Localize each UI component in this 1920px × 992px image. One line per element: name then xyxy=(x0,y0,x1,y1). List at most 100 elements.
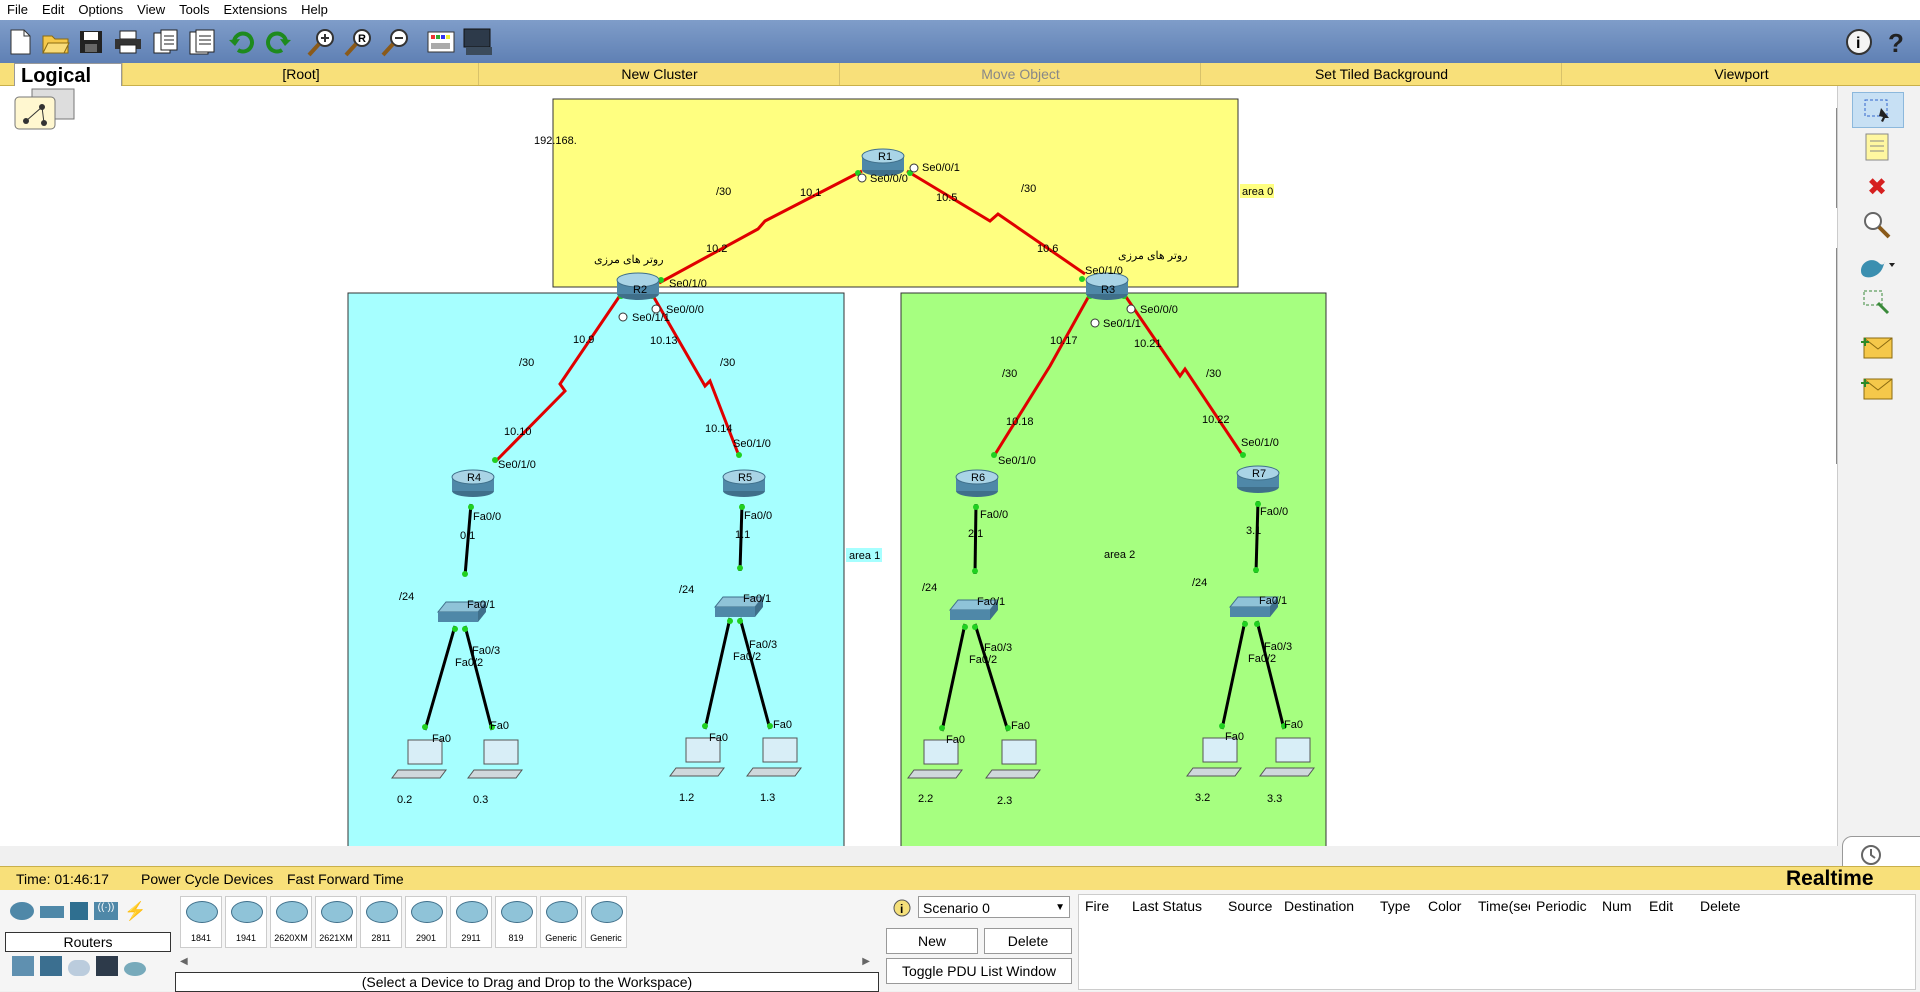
ethernet-link-r7-switch xyxy=(1254,500,1260,574)
end-devices-category-icon[interactable] xyxy=(12,956,34,976)
device-model-2811[interactable]: 2811 xyxy=(360,896,402,948)
router-r1[interactable]: R1 xyxy=(861,148,905,176)
paste-icon[interactable] xyxy=(186,26,218,58)
scroll-left-arrow-icon[interactable]: ◀ xyxy=(180,956,188,967)
svg-text:Fa0/3: Fa0/3 xyxy=(1264,641,1292,653)
save-icon[interactable] xyxy=(75,26,107,58)
svg-text:Se0/0/0: Se0/0/0 xyxy=(1140,304,1178,316)
svg-text:Fa0: Fa0 xyxy=(1011,720,1030,732)
routers-category-icon[interactable] xyxy=(10,902,34,920)
svg-text:Fa0/0: Fa0/0 xyxy=(980,509,1008,521)
svg-text:Fa0: Fa0 xyxy=(1284,719,1303,731)
svg-text:R3: R3 xyxy=(1101,284,1115,296)
svg-text:Fa0: Fa0 xyxy=(490,720,509,732)
fast-forward-time-button[interactable]: Fast Forward Time xyxy=(287,867,404,891)
inspect-tool-icon[interactable] xyxy=(1852,208,1902,242)
zoom-out-icon[interactable] xyxy=(380,26,412,58)
menu-extensions[interactable]: Extensions xyxy=(216,0,294,20)
wireless-category-icon[interactable]: ((·)) xyxy=(94,902,118,920)
svg-text:Fa0/3: Fa0/3 xyxy=(984,642,1012,654)
custom-device-icon[interactable] xyxy=(462,26,494,58)
device-model-819[interactable]: 819 xyxy=(495,896,537,948)
redo-icon[interactable] xyxy=(262,26,294,58)
draw-shape-tool-icon[interactable] xyxy=(1852,248,1902,282)
svg-text:10.22: 10.22 xyxy=(1202,414,1230,426)
router-r5[interactable]: R5 xyxy=(722,469,766,497)
scenario-info-icon[interactable]: i xyxy=(892,898,912,918)
router-r4[interactable]: R4 xyxy=(451,469,495,497)
svg-text:Fa0/0: Fa0/0 xyxy=(473,511,501,523)
menu-file[interactable]: File xyxy=(0,0,35,20)
new-file-icon[interactable] xyxy=(4,26,36,58)
copy-icon[interactable] xyxy=(150,26,182,58)
zoom-reset-icon[interactable]: R xyxy=(343,26,375,58)
scroll-right-arrow-icon[interactable]: ▶ xyxy=(862,956,870,967)
svg-text:10.10: 10.10 xyxy=(504,426,532,438)
svg-text:/30: /30 xyxy=(519,357,534,369)
connections-category-icon[interactable]: ⚡ xyxy=(124,902,148,920)
new-cluster-button[interactable]: New Cluster xyxy=(478,63,840,85)
column-time: Time(sec) xyxy=(1478,898,1530,914)
svg-text:Se0/1/0: Se0/1/0 xyxy=(498,459,536,471)
logical-tab[interactable]: Logical xyxy=(14,63,122,87)
realtime-mode-label[interactable]: Realtime xyxy=(1786,867,1874,891)
svg-text:1.1: 1.1 xyxy=(735,529,750,541)
hubs-category-icon[interactable] xyxy=(70,902,88,920)
undo-icon[interactable] xyxy=(226,26,258,58)
print-icon[interactable] xyxy=(112,26,144,58)
move-object-button[interactable]: Move Object xyxy=(839,63,1201,85)
toggle-pdu-list-button[interactable]: Toggle PDU List Window xyxy=(886,958,1072,984)
device-model-generic-2[interactable]: Generic xyxy=(585,896,627,948)
menu-tools[interactable]: Tools xyxy=(172,0,216,20)
svg-text:Fa0: Fa0 xyxy=(432,733,451,745)
new-scenario-button[interactable]: New xyxy=(886,928,978,954)
open-folder-icon[interactable] xyxy=(40,26,72,58)
border-router-label-r2: روتر های مرزی xyxy=(594,254,664,266)
select-tool-icon[interactable] xyxy=(1852,92,1904,128)
svg-text:2.1: 2.1 xyxy=(968,528,983,540)
svg-text:Se0/1/1: Se0/1/1 xyxy=(632,312,670,324)
router-r2[interactable]: R2 xyxy=(616,272,660,300)
device-model-2901[interactable]: 2901 xyxy=(405,896,447,948)
power-cycle-devices-button[interactable]: Power Cycle Devices xyxy=(141,867,273,891)
router-r7[interactable]: R7 xyxy=(1236,465,1280,493)
menu-options[interactable]: Options xyxy=(71,0,130,20)
column-destination: Destination xyxy=(1284,898,1355,914)
palette-icon[interactable] xyxy=(425,26,457,58)
zoom-in-icon[interactable] xyxy=(306,26,338,58)
switches-category-icon[interactable] xyxy=(40,906,64,918)
delete-tool-icon[interactable]: ✖ xyxy=(1852,170,1902,204)
svg-text:?: ? xyxy=(1888,28,1904,56)
add-simple-pdu-icon[interactable] xyxy=(1852,330,1902,364)
scenario-select[interactable]: Scenario 0 ▼ xyxy=(918,896,1070,918)
device-model-generic-1[interactable]: Generic xyxy=(540,896,582,948)
svg-text:10.1: 10.1 xyxy=(800,187,821,199)
delete-scenario-button[interactable]: Delete xyxy=(984,928,1072,954)
note-tool-icon[interactable] xyxy=(1852,130,1902,164)
router-r3[interactable]: R3 xyxy=(1085,272,1129,300)
router-r6[interactable]: R6 xyxy=(955,469,999,497)
root-button[interactable]: [Root] xyxy=(122,63,479,85)
chevron-down-icon: ▼ xyxy=(1055,902,1065,913)
border-router-label-r3: روتر های مرزی xyxy=(1118,250,1188,262)
viewport-button[interactable]: Viewport xyxy=(1561,63,1920,85)
add-complex-pdu-icon[interactable] xyxy=(1852,370,1902,404)
menu-help[interactable]: Help xyxy=(294,0,335,20)
set-tiled-background-button[interactable]: Set Tiled Background xyxy=(1200,63,1562,85)
device-model-2621xm[interactable]: 2621XM xyxy=(315,896,357,948)
menu-view[interactable]: View xyxy=(130,0,172,20)
svg-text:0.1: 0.1 xyxy=(460,530,475,542)
menu-edit[interactable]: Edit xyxy=(35,0,71,20)
custom-devices-category-icon[interactable] xyxy=(96,956,118,976)
cloud-category-icon[interactable] xyxy=(68,960,90,976)
device-list-scrollbar[interactable]: ◀ ▶ xyxy=(180,956,870,968)
help-question-icon[interactable]: ? xyxy=(1880,26,1912,58)
device-model-1841[interactable]: 1841 xyxy=(180,896,222,948)
wan-emulation-category-icon[interactable] xyxy=(40,956,62,976)
device-model-1941[interactable]: 1941 xyxy=(225,896,267,948)
resize-shape-tool-icon[interactable] xyxy=(1852,286,1902,320)
info-icon[interactable]: i xyxy=(1843,26,1875,58)
device-model-2620xm[interactable]: 2620XM xyxy=(270,896,312,948)
device-model-2911[interactable]: 2911 xyxy=(450,896,492,948)
multiuser-category-icon[interactable] xyxy=(124,962,146,976)
